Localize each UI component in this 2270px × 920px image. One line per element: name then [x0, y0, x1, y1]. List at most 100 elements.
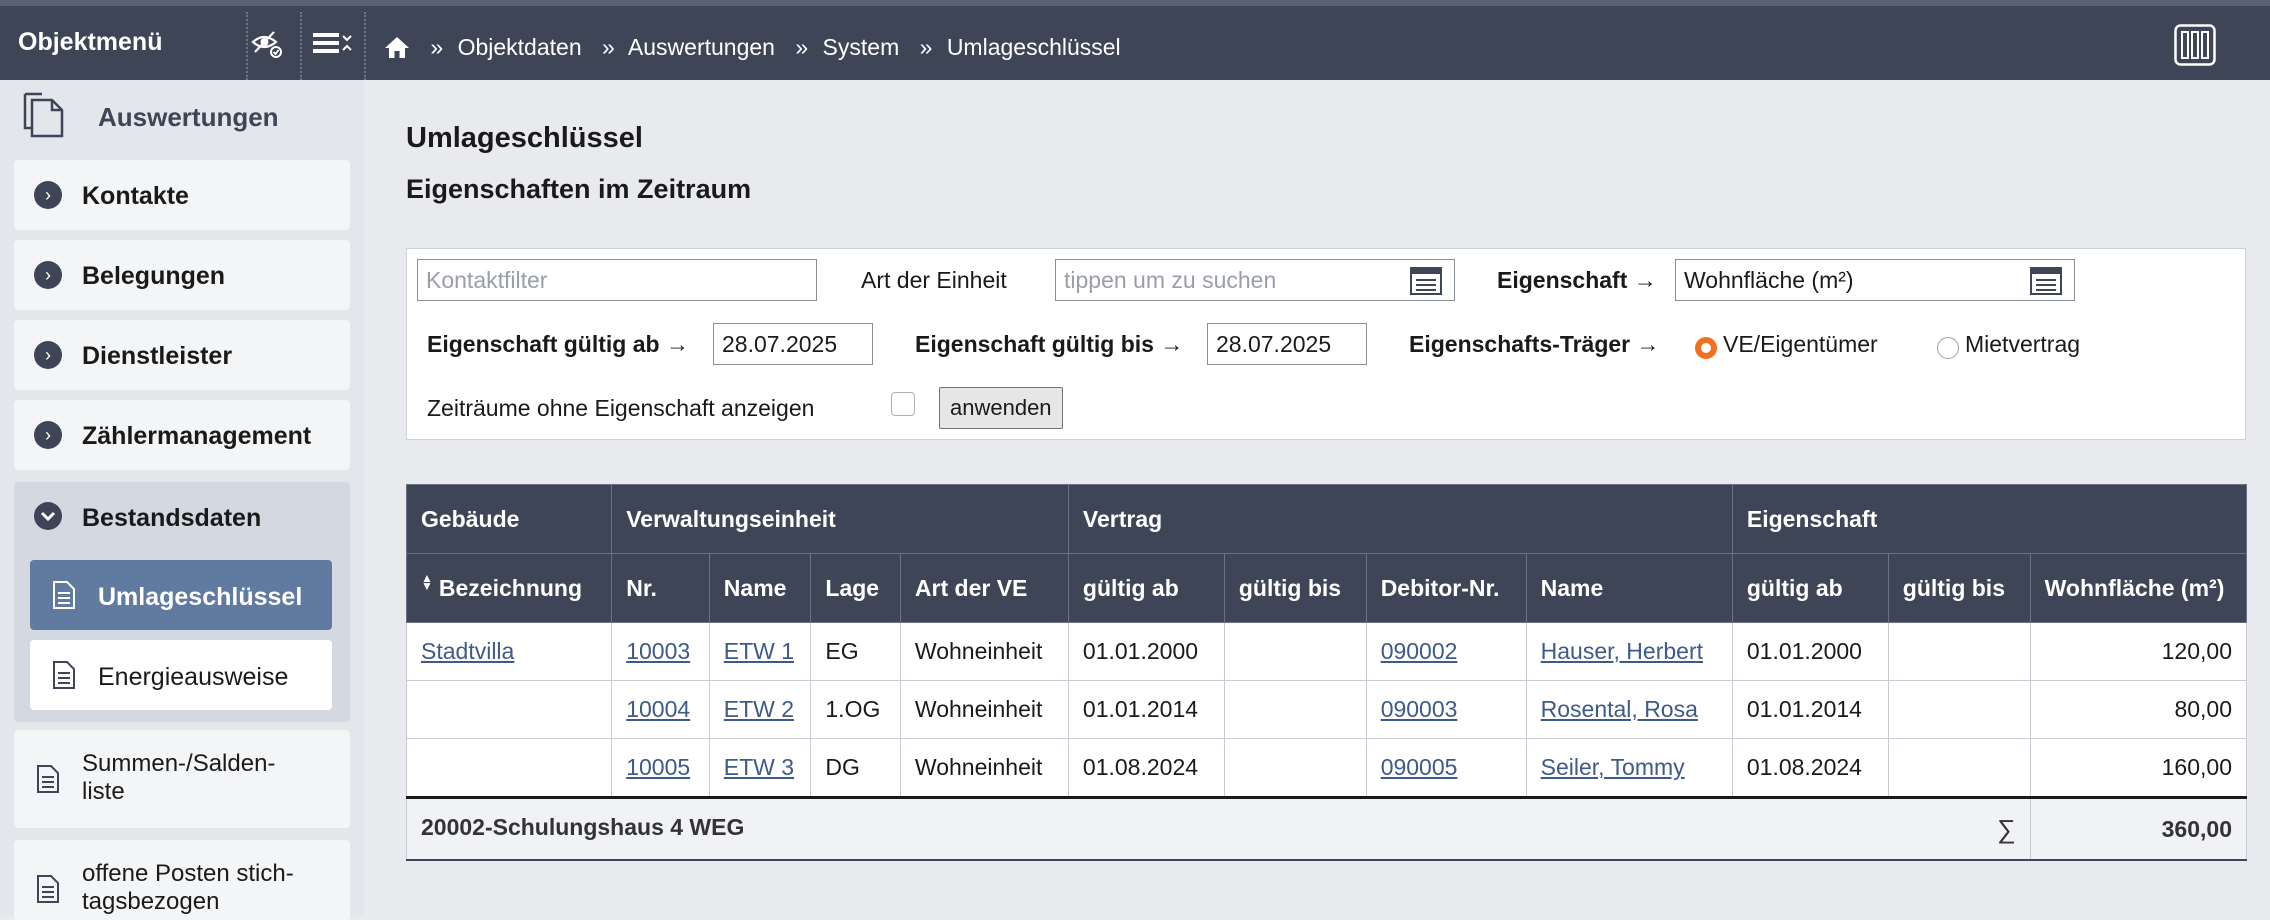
- show-empty-checkbox[interactable]: [891, 392, 915, 416]
- property-label: Eigenschaft →: [1497, 267, 1657, 294]
- column-header-vertrag-gueltig-bis[interactable]: gültig bis: [1223, 553, 1367, 623]
- group-header-verwaltungseinheit: Verwaltungseinheit: [611, 484, 1069, 554]
- document-icon: [52, 581, 76, 609]
- sidebar-item-summen-salden[interactable]: Summen-/Salden- liste: [14, 730, 350, 828]
- cell-value: 80,00: [2029, 680, 2248, 739]
- column-header-debitor-nr[interactable]: Debitor-Nr.: [1365, 553, 1527, 623]
- property-select[interactable]: Wohnfläche (m²): [1675, 259, 2075, 301]
- carrier-radio-mietvertrag[interactable]: [1937, 337, 1959, 359]
- carrier-option-label: VE/Eigentümer: [1723, 331, 1878, 357]
- column-header-vertrag-gueltig-ab[interactable]: gültig ab: [1067, 553, 1225, 623]
- debitor-link[interactable]: 090002: [1381, 638, 1458, 664]
- sidebar-item-belegungen[interactable]: › Belegungen: [14, 240, 350, 310]
- column-header-name[interactable]: Name: [708, 553, 812, 623]
- breadcrumb-auswertungen[interactable]: Auswertungen: [628, 34, 775, 60]
- footer-label-cell: 20002-Schulungshaus 4 WEG ∑: [406, 796, 2031, 861]
- sidebar-item-label: Dienstleister: [82, 342, 233, 370]
- valid-to-input[interactable]: 28.07.2025: [1207, 323, 1367, 365]
- toolbar-separator: [246, 12, 248, 80]
- column-header-wohnflaeche[interactable]: Wohnfläche (m²): [2029, 553, 2248, 623]
- unit-name-link[interactable]: ETW 1: [724, 638, 794, 664]
- tenant-link[interactable]: Rosental, Rosa: [1541, 696, 1698, 722]
- label-line: liste: [82, 778, 125, 805]
- column-header-lage[interactable]: Lage: [810, 553, 901, 623]
- sidebar-item-label: Belegungen: [82, 262, 226, 290]
- carrier-radio-ve-eigentuemer[interactable]: [1695, 337, 1717, 359]
- cell-art: Wohneinheit: [899, 738, 1069, 798]
- list-picker-icon[interactable]: [1410, 267, 1442, 295]
- chevron-right-icon: ›: [34, 261, 62, 289]
- sort-icon[interactable]: ▲ ▼: [421, 572, 433, 592]
- cell-name: ETW 2: [708, 680, 812, 739]
- debitor-link[interactable]: 090003: [1381, 696, 1458, 722]
- cell-nr: 10004: [611, 680, 710, 739]
- home-icon[interactable]: [384, 35, 410, 65]
- tenant-link[interactable]: Hauser, Herbert: [1541, 638, 1703, 664]
- unit-type-search-input[interactable]: tippen um zu suchen: [1055, 259, 1455, 301]
- sidebar-item-kontakte[interactable]: › Kontakte: [14, 160, 350, 230]
- breadcrumb-umlageschluessel[interactable]: Umlageschlüssel: [947, 34, 1121, 60]
- valid-to-label: Eigenschaft gültig bis →: [915, 331, 1183, 358]
- footer-label: 20002-Schulungshaus 4 WEG: [421, 813, 745, 840]
- breadcrumb: » Objektdaten » Auswertungen » System » …: [384, 34, 1135, 65]
- list-picker-icon[interactable]: [2030, 267, 2062, 295]
- sidebar-subitem-label: Umlageschlüssel: [98, 583, 303, 611]
- valid-from-label: Eigenschaft gültig ab →: [427, 331, 689, 358]
- column-header-bezeichnung[interactable]: ▲ ▼ Bezeichnung: [405, 553, 613, 623]
- breadcrumb-separator: »: [795, 34, 809, 60]
- unit-name-link[interactable]: ETW 2: [724, 696, 794, 722]
- contact-filter-input[interactable]: Kontaktfilter: [417, 259, 817, 301]
- cell-contract-to: [1223, 738, 1367, 798]
- document-icon: [52, 661, 76, 689]
- sidebar-header: Auswertungen: [0, 80, 364, 150]
- sidebar-subitem-energieausweise[interactable]: Energieausweise: [30, 640, 332, 710]
- column-header-eigenschaft-gueltig-ab[interactable]: gültig ab: [1731, 553, 1889, 623]
- building-link[interactable]: Stadtvilla: [421, 638, 514, 664]
- cell-contract-from: 01.01.2000: [1067, 622, 1225, 681]
- table-footer-row: 20002-Schulungshaus 4 WEG ∑ 360,00: [406, 796, 2248, 861]
- column-header-eigenschaft-gueltig-bis[interactable]: gültig bis: [1887, 553, 2031, 623]
- column-header-nr[interactable]: Nr.: [611, 553, 710, 623]
- sidebar-header-label: Auswertungen: [98, 102, 279, 132]
- column-header-art-der-ve[interactable]: Art der VE: [899, 553, 1069, 623]
- cell-contract-from: 01.08.2024: [1067, 738, 1225, 798]
- unit-nr-link[interactable]: 10005: [626, 754, 690, 780]
- sidebar-item-zaehlermanagement[interactable]: › Zählermanagement: [14, 400, 350, 470]
- list-menu-icon[interactable]: [312, 30, 352, 60]
- cell-lage: EG: [810, 622, 901, 681]
- arrow-icon: →: [1160, 331, 1184, 357]
- cell-property-to: [1887, 622, 2031, 681]
- sidebar-item-label: Zählermanagement: [82, 422, 312, 450]
- unit-name-link[interactable]: ETW 3: [724, 754, 794, 780]
- page-title: Umlageschlüssel: [406, 122, 643, 154]
- show-empty-label: Zeiträume ohne Eigenschaft anzeigen: [427, 395, 815, 421]
- unit-nr-link[interactable]: 10003: [626, 638, 690, 664]
- main-content: Umlageschlüssel Eigenschaften im Zeitrau…: [364, 80, 2270, 916]
- cell-debitor: 090002: [1365, 622, 1527, 681]
- breadcrumb-objektdaten[interactable]: Objektdaten: [458, 34, 582, 60]
- sidebar-item-bestandsdaten[interactable]: Bestandsdaten: [14, 482, 350, 552]
- breadcrumb-system[interactable]: System: [823, 34, 900, 60]
- cell-building: [405, 738, 613, 798]
- toolbar-separator: [364, 12, 366, 80]
- object-menu-title[interactable]: Objektmenü: [18, 28, 162, 57]
- valid-from-input[interactable]: 28.07.2025: [713, 323, 873, 365]
- column-header-mieter-name[interactable]: Name: [1525, 553, 1733, 623]
- sidebar-item-offene-posten[interactable]: offene Posten stich- tagsbezogen: [14, 840, 350, 920]
- sidebar-item-dienstleister[interactable]: › Dienstleister: [14, 320, 350, 390]
- column-layout-icon[interactable]: [2174, 24, 2216, 66]
- chevron-down-icon: [34, 502, 62, 530]
- carrier-label: Eigenschafts-Träger →: [1409, 331, 1660, 358]
- table-column-header-row: ▲ ▼ Bezeichnung Nr. Name Lage Art der VE g…: [405, 553, 2248, 623]
- cell-name: ETW 3: [708, 738, 812, 798]
- debitor-link[interactable]: 090005: [1381, 754, 1458, 780]
- group-header-vertrag: Vertrag: [1067, 484, 1733, 554]
- unit-nr-link[interactable]: 10004: [626, 696, 690, 722]
- tenant-link[interactable]: Seiler, Tommy: [1541, 754, 1685, 780]
- cell-tenant: Rosental, Rosa: [1525, 680, 1733, 739]
- unit-type-placeholder: tippen um zu suchen: [1064, 267, 1277, 293]
- visibility-toggle-icon[interactable]: [250, 30, 286, 60]
- apply-button[interactable]: anwenden: [939, 387, 1063, 429]
- property-label-text: Eigenschaft: [1497, 267, 1628, 293]
- sidebar-subitem-umlageschluessel[interactable]: Umlageschlüssel: [30, 560, 332, 630]
